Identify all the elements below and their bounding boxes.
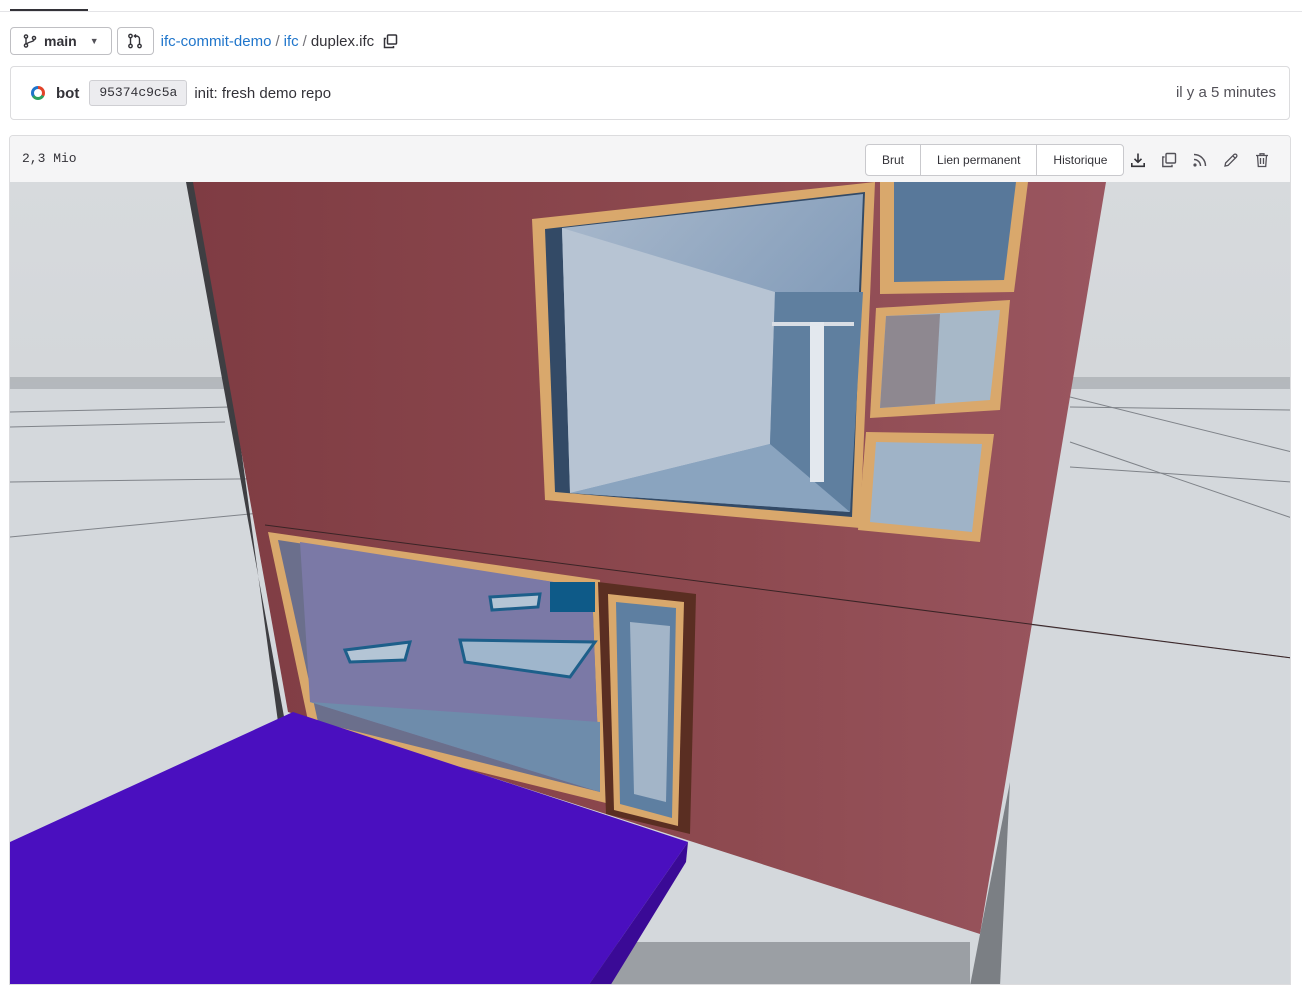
file-header: 2,3 Mio Brut Lien permanent Historique bbox=[10, 136, 1290, 183]
commit-sha-badge[interactable]: 95374c9c5a bbox=[89, 80, 188, 106]
breadcrumb-project-link[interactable]: ifc-commit-demo bbox=[161, 33, 272, 50]
delete-button[interactable] bbox=[1252, 150, 1271, 169]
avatar[interactable] bbox=[31, 86, 45, 100]
permalink-button[interactable]: Lien permanent bbox=[921, 145, 1038, 175]
commit-author[interactable]: bot bbox=[56, 85, 79, 102]
file-holder: 2,3 Mio Brut Lien permanent Historique bbox=[9, 135, 1291, 985]
rss-button[interactable] bbox=[1190, 150, 1209, 169]
breadcrumb-separator: / bbox=[275, 32, 280, 50]
compare-button[interactable] bbox=[116, 27, 154, 55]
file-actions-group: Brut Lien permanent Historique bbox=[865, 144, 1125, 176]
ifc-3d-viewer[interactable] bbox=[10, 182, 1291, 985]
top-tab-strip bbox=[0, 0, 1302, 12]
raw-button[interactable]: Brut bbox=[866, 145, 922, 175]
pencil-icon bbox=[1223, 152, 1238, 167]
trash-icon bbox=[1255, 152, 1268, 167]
copy-contents-button[interactable] bbox=[1159, 150, 1178, 169]
last-commit-panel: bot 95374c9c5a init: fresh demo repo il … bbox=[10, 66, 1290, 120]
branch-icon bbox=[23, 34, 37, 48]
breadcrumb: ifc-commit-demo / ifc / duplex.ifc bbox=[161, 33, 399, 50]
download-button[interactable] bbox=[1128, 150, 1147, 169]
breadcrumb-separator: / bbox=[302, 32, 307, 50]
commit-message[interactable]: init: fresh demo repo bbox=[194, 85, 331, 102]
merge-request-icon bbox=[128, 33, 143, 49]
active-tab-indicator bbox=[10, 9, 88, 11]
history-button[interactable]: Historique bbox=[1037, 145, 1123, 175]
copy-path-button[interactable] bbox=[383, 33, 398, 49]
commit-time: il y a 5 minutes bbox=[1175, 84, 1276, 101]
file-navigation: main ▼ ifc-commit-demo / ifc / duplex.if… bbox=[10, 26, 398, 56]
rss-icon bbox=[1192, 153, 1206, 167]
ifc-model-render[interactable] bbox=[10, 182, 1291, 985]
edit-button[interactable] bbox=[1221, 150, 1240, 169]
chevron-down-icon: ▼ bbox=[89, 36, 99, 46]
copy-path-icon bbox=[383, 33, 398, 48]
breadcrumb-file-name: duplex.ifc bbox=[310, 32, 375, 50]
branch-selector[interactable]: main ▼ bbox=[10, 27, 112, 55]
branch-name: main bbox=[44, 33, 77, 49]
file-size: 2,3 Mio bbox=[22, 151, 77, 166]
file-icon-actions bbox=[1128, 150, 1271, 169]
copy-contents-icon bbox=[1161, 152, 1176, 167]
download-icon bbox=[1130, 153, 1145, 167]
breadcrumb-folder-link[interactable]: ifc bbox=[284, 33, 299, 50]
